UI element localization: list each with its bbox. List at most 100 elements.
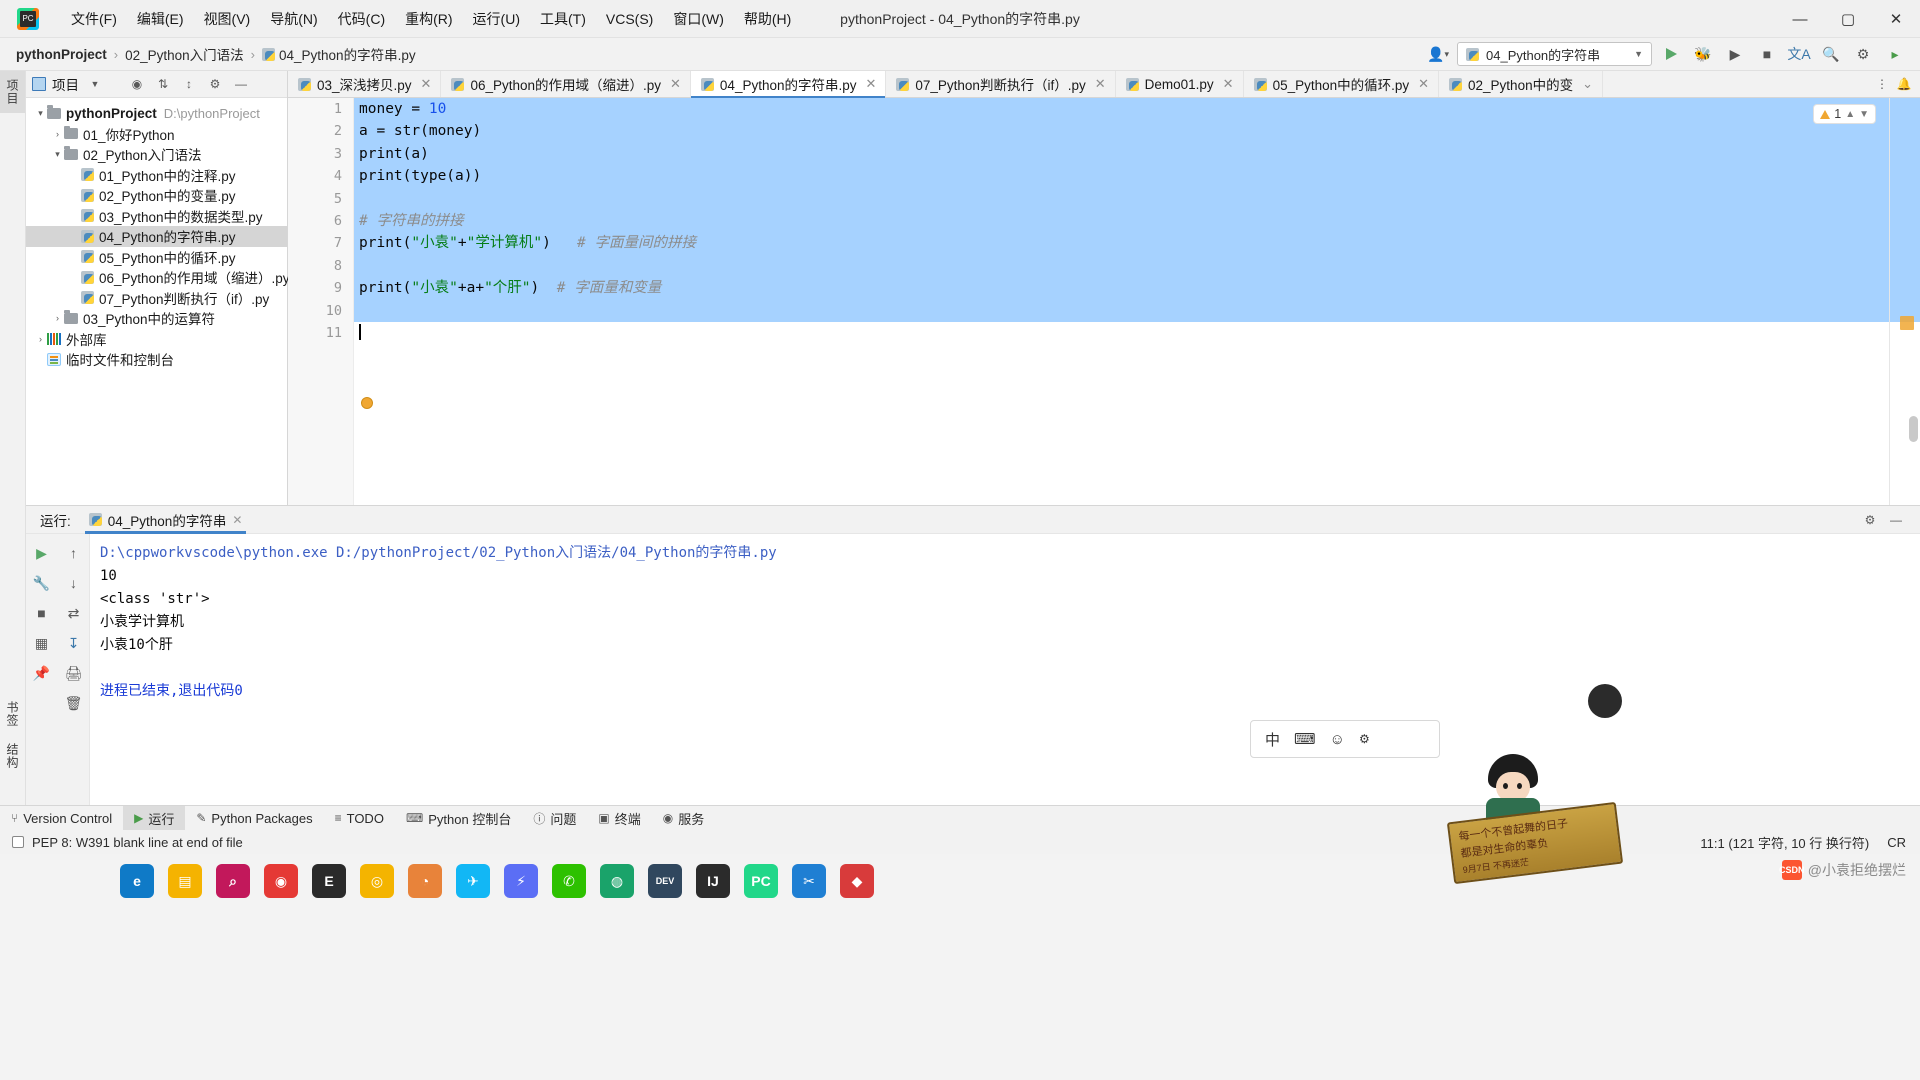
close-button[interactable]: ✕ bbox=[1872, 0, 1920, 38]
tool-window-button[interactable]: ⌨ Python 控制台 bbox=[395, 806, 522, 831]
code-line[interactable]: money = 10 bbox=[354, 98, 1920, 121]
scrollbar-warning-mark[interactable] bbox=[1900, 316, 1914, 330]
minimize-button[interactable]: — bbox=[1776, 0, 1824, 38]
run-button[interactable] bbox=[1658, 41, 1684, 67]
code-line[interactable]: print("小袁"+"学计算机") # 字面量间的拼接 bbox=[354, 232, 1920, 255]
code-line[interactable] bbox=[354, 254, 1920, 278]
pin-icon[interactable]: 📌 bbox=[29, 660, 55, 686]
down-arrow-icon[interactable]: ↓ bbox=[61, 570, 87, 596]
settings-icon[interactable]: ⚙ bbox=[1850, 41, 1876, 67]
edge-icon[interactable]: e bbox=[120, 864, 154, 898]
search-icon[interactable]: ⌕ bbox=[216, 864, 250, 898]
wrench-icon[interactable]: 🔧 bbox=[29, 570, 55, 596]
breadcrumb-folder[interactable]: 02_Python入门语法 bbox=[125, 44, 244, 64]
prev-problem-icon[interactable]: ▲ bbox=[1845, 109, 1855, 120]
code-line[interactable]: print("小袁"+a+"个肝") # 字面量和变量 bbox=[354, 277, 1920, 300]
tool-tab-structure[interactable]: 结构 bbox=[0, 735, 25, 777]
run-configuration-tab[interactable]: 04_Python的字符串 ✕ bbox=[81, 506, 251, 534]
collapse-all-icon[interactable]: ↕ bbox=[179, 74, 199, 94]
menu-item-view[interactable]: 视图(V) bbox=[194, 5, 261, 33]
breadcrumb-project[interactable]: pythonProject bbox=[16, 47, 107, 62]
stop-button[interactable]: ■ bbox=[1754, 41, 1780, 67]
editor-tab-close-icon[interactable]: ✕ bbox=[1095, 76, 1106, 92]
menu-item-window[interactable]: 窗口(W) bbox=[663, 5, 734, 33]
inspection-checkbox[interactable] bbox=[12, 836, 24, 848]
editor-tab[interactable]: 04_Python的字符串.py ✕ bbox=[690, 71, 887, 98]
tree-expand-arrow-icon[interactable]: › bbox=[51, 313, 64, 323]
wrap-icon[interactable]: ⇄ bbox=[61, 600, 87, 626]
run-with-coverage-button[interactable]: ▶ bbox=[1722, 41, 1748, 67]
code-line[interactable] bbox=[354, 322, 1920, 344]
editor-tab[interactable]: 05_Python中的循环.py ✕ bbox=[1244, 71, 1440, 97]
code-line[interactable]: print(a) bbox=[354, 142, 1920, 166]
editor-tab-close-icon[interactable]: ✕ bbox=[670, 76, 681, 92]
inspection-widget[interactable]: 1 ▲ ▼ bbox=[1813, 104, 1876, 124]
trash-icon[interactable]: 🗑 bbox=[61, 690, 87, 716]
tim-icon[interactable]: ✈ bbox=[456, 864, 490, 898]
up-arrow-icon[interactable]: ↑ bbox=[61, 540, 87, 566]
scope-icon[interactable]: ◉ bbox=[127, 74, 147, 94]
tree-item[interactable]: 04_Python的字符串.py bbox=[26, 226, 287, 247]
ime-toolbar[interactable]: 中 ⌨ ☺ ⚙ bbox=[1250, 720, 1440, 758]
tree-item[interactable]: › 外部库 bbox=[26, 329, 287, 350]
bell-icon[interactable]: 🔔 bbox=[1894, 74, 1914, 94]
layout-icon[interactable]: ▦ bbox=[29, 630, 55, 656]
menu-item-run[interactable]: 运行(U) bbox=[463, 5, 530, 33]
menu-item-edit[interactable]: 编辑(E) bbox=[127, 5, 194, 33]
next-problem-icon[interactable]: ▼ bbox=[1859, 109, 1869, 120]
hide-icon[interactable]: — bbox=[1886, 510, 1906, 530]
code-line[interactable]: a = str(money) bbox=[354, 120, 1920, 143]
editor-code-area[interactable]: money = 10 a = str(money) print(a) print(ty… bbox=[354, 98, 1920, 505]
tree-item[interactable]: ▾ 02_Python入门语法 bbox=[26, 144, 287, 165]
media-icon[interactable]: ◉ bbox=[264, 864, 298, 898]
maximize-button[interactable]: ▢ bbox=[1824, 0, 1872, 38]
editor-tab-close-icon[interactable]: ✕ bbox=[1223, 76, 1234, 92]
tool-window-button[interactable]: ≡ TODO bbox=[324, 806, 395, 831]
tool-window-button[interactable]: ▶ 运行 bbox=[123, 805, 186, 831]
breadcrumb-file[interactable]: 04_Python的字符串.py bbox=[262, 44, 416, 64]
intention-bulb-icon[interactable] bbox=[361, 397, 373, 409]
editor-tab-close-icon[interactable]: ✕ bbox=[421, 76, 432, 92]
tree-expand-arrow-icon[interactable]: › bbox=[51, 129, 64, 139]
chrome-icon[interactable]: ◎ bbox=[360, 864, 394, 898]
tree-item[interactable]: 03_Python中的数据类型.py bbox=[26, 206, 287, 227]
tree-expand-arrow-icon[interactable]: ▾ bbox=[34, 108, 47, 119]
translate-icon[interactable]: 文A bbox=[1786, 41, 1812, 67]
tree-item[interactable]: 06_Python的作用域（缩进）.py bbox=[26, 267, 290, 288]
tree-item[interactable]: 02_Python中的变量.py bbox=[26, 185, 287, 206]
vscode-icon[interactable]: ✂ bbox=[792, 864, 826, 898]
tree-item[interactable]: 01_Python中的注释.py bbox=[26, 165, 287, 186]
tool-window-button[interactable]: ▣ 终端 bbox=[587, 806, 651, 831]
tool-window-button[interactable]: ⑂ Version Control bbox=[0, 806, 123, 831]
tree-item[interactable]: 07_Python判断执行（if）.py bbox=[26, 288, 287, 309]
user-avatar-icon[interactable]: 👤 ▾ bbox=[1425, 41, 1451, 67]
more-vertical-icon[interactable]: ⋮ bbox=[1872, 74, 1892, 94]
idea-icon[interactable]: IJ bbox=[696, 864, 730, 898]
editor-tab[interactable]: 07_Python判断执行（if）.py ✕ bbox=[886, 71, 1116, 97]
settings-icon[interactable]: ⚙ bbox=[1359, 732, 1370, 746]
menu-item-refactor[interactable]: 重构(R) bbox=[395, 5, 462, 33]
ime-mode-label[interactable]: 中 bbox=[1265, 729, 1280, 750]
code-line[interactable] bbox=[354, 187, 1920, 210]
tool-window-button[interactable]: ✎ Python Packages bbox=[185, 806, 323, 831]
pet-orb-icon[interactable] bbox=[1588, 684, 1622, 718]
editor-tab[interactable]: 06_Python的作用域（缩进）.py ✕ bbox=[441, 71, 691, 97]
tree-item[interactable]: 05_Python中的循环.py bbox=[26, 247, 287, 268]
menu-item-tools[interactable]: 工具(T) bbox=[530, 5, 596, 33]
hide-icon[interactable]: — bbox=[231, 74, 251, 94]
scroll-to-end-icon[interactable]: ↧ bbox=[61, 630, 87, 656]
editor-tab[interactable]: Demo01.py ✕ bbox=[1116, 71, 1244, 97]
chevron-down-icon[interactable]: ⌄ bbox=[1582, 76, 1593, 92]
menu-item-code[interactable]: 代码(C) bbox=[328, 5, 395, 33]
console-command-line[interactable]: D:\cppworkvscode\python.exe D:/pythonPro… bbox=[100, 542, 1920, 565]
keyboard-icon[interactable]: ⌨ bbox=[1294, 730, 1316, 748]
menu-item-navigate[interactable]: 导航(N) bbox=[260, 5, 327, 33]
tool-tab-project[interactable]: 项目 bbox=[0, 71, 25, 113]
tree-item[interactable]: 临时文件和控制台 bbox=[26, 349, 287, 370]
editor-tab[interactable]: 03_深浅拷贝.py ✕ bbox=[288, 71, 442, 97]
debug-button[interactable]: 🐝 bbox=[1690, 41, 1716, 67]
editor-tab[interactable]: 02_Python中的变 ⌄ bbox=[1439, 71, 1603, 97]
stop-icon[interactable]: ■ bbox=[29, 600, 55, 626]
chevron-down-icon[interactable]: ▼ bbox=[85, 74, 105, 94]
code-line[interactable] bbox=[354, 299, 1920, 322]
